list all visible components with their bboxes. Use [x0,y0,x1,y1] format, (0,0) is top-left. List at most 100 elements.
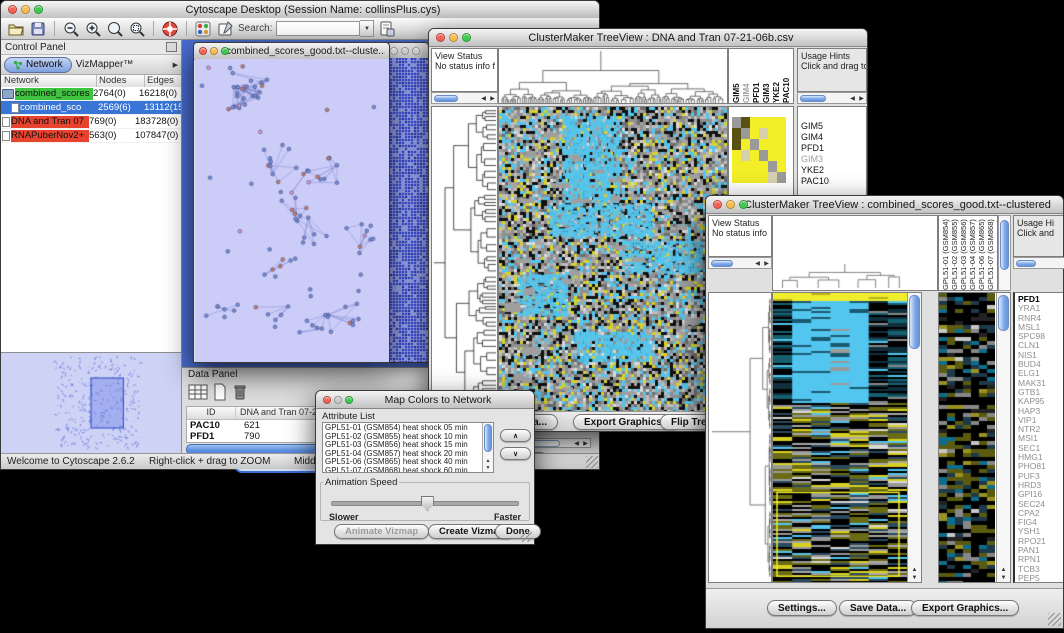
minimize-icon[interactable] [726,200,735,209]
animate-vizmap-button[interactable]: Animate Vizmap [334,524,429,539]
scroll-right-icon[interactable]: ▶ [857,95,866,102]
combined-column-labels[interactable]: GPL51-01 (GSM854)GPL51-02 (GSM855)GPL51-… [938,215,998,291]
combined-heatmap-scrollbar[interactable]: ▲ ▼ [907,293,921,582]
network-row[interactable]: RNAPuberNov2+563(0)107847(0) [1,129,181,143]
minimize-icon[interactable] [449,33,458,42]
gene-label[interactable]: GIM3 [801,154,866,165]
dialog-titlebar[interactable]: Map Colors to Network [316,391,534,409]
scroll-up-icon[interactable]: ▲ [483,458,493,464]
dna-zoom-matrix[interactable] [732,117,786,183]
new-attribute-icon[interactable] [212,383,228,401]
column-label[interactable]: PAC10 [782,51,791,103]
data-hscrollbar-right[interactable]: ◀ ▶ [529,438,591,448]
gene-label[interactable]: PFD1 [801,143,866,154]
network-name[interactable]: RNAPuberNov2+ [11,130,89,142]
scroll-right-icon[interactable]: ▶ [581,440,590,447]
combined-hints-scrollbar[interactable] [1013,257,1064,269]
network-name[interactable]: combined_scores [15,88,93,100]
attribute-list[interactable]: GPL51-01 (GSM854) heat shock 05 minGPL51… [322,422,494,473]
resize-grip[interactable] [586,456,598,468]
scroll-down-icon[interactable]: ▼ [908,575,921,581]
minimize-icon[interactable] [210,47,218,55]
dna-column-dendrogram[interactable] [498,48,728,104]
open-file-icon[interactable] [7,20,25,38]
zoom-window-icon[interactable] [462,33,471,42]
resize-grip[interactable] [521,531,532,542]
scroll-right-icon[interactable]: ▶ [488,95,497,102]
zoom-in-icon[interactable] [84,20,102,38]
network-row[interactable]: combined_scores2764(0)16218(0) [1,87,181,101]
attribute-list-scrollbar[interactable]: ▲ ▼ [482,423,493,472]
scroll-left-icon[interactable]: ◀ [753,260,762,267]
zoom-fit-icon[interactable] [106,20,124,38]
combined-column-dendrogram[interactable] [772,215,938,291]
export-graphics-button[interactable]: Export Graphics... [911,600,1019,616]
window-controls[interactable] [8,5,43,14]
attribute-select-icon[interactable] [188,383,208,401]
zoom-selected-icon[interactable] [128,20,146,38]
close-icon[interactable] [323,396,331,404]
vizmapper-icon[interactable] [194,20,212,38]
close-icon[interactable] [8,5,17,14]
close-icon[interactable] [713,200,722,209]
scroll-left-icon[interactable]: ◀ [479,95,488,102]
ontology-index-icon[interactable] [378,20,396,38]
scroll-left-icon[interactable]: ◀ [572,440,581,447]
gene-label[interactable]: GIM5 [801,121,866,132]
column-label[interactable]: GPL51-03 (GSM856) [960,218,968,290]
network-view-canvas[interactable] [195,59,389,362]
zoom-window-icon[interactable] [221,47,229,55]
minimize-icon[interactable] [21,5,30,14]
delete-attribute-icon[interactable] [232,383,248,401]
minimize-icon[interactable] [334,396,342,404]
dna-row-dendrogram[interactable] [431,106,498,412]
gene-label[interactable]: YKE2 [801,165,866,176]
zoom-window-icon[interactable] [739,200,748,209]
search-dropdown-icon[interactable]: ▼ [360,20,374,37]
network-name[interactable]: DNA and Tran 07 [11,116,89,128]
combined-zoom-view[interactable]: ▲ ▼ [938,292,1011,583]
close-icon[interactable] [199,47,207,55]
combined-status-scrollbar[interactable]: ◀ ▶ [708,257,772,269]
combined-gene-labels[interactable]: PFD1YRA1RNR4MSL1SPC98CLN1NIS1BUD4ELG1MAK… [1013,292,1063,583]
main-titlebar[interactable]: Cytoscape Desktop (Session Name: collins… [1,1,599,19]
zoom-out-icon[interactable] [62,20,80,38]
network-view-titlebar[interactable]: combined_scores_good.txt--cluste... [194,43,389,60]
tab-vizmapper[interactable]: VizMapper™ [76,59,134,70]
gene-label[interactable]: GIM4 [801,132,866,143]
close-icon[interactable] [390,47,398,55]
column-label[interactable]: GPL51-07 (GSM868) [987,218,995,290]
scroll-down-icon[interactable]: ▼ [997,575,1010,581]
rna-network-canvas[interactable] [387,58,429,362]
network-row[interactable]: DNA and Tran 07769(0)183728(0) [1,115,181,129]
combined-zoom-scrollbar[interactable]: ▲ ▼ [996,293,1010,582]
treeview-combined-titlebar[interactable]: ClusterMaker TreeView : combined_scores_… [706,196,1063,214]
network-name[interactable]: combined_sco [20,102,98,114]
done-button[interactable]: Done [495,524,541,539]
zoom-window-icon[interactable] [345,396,353,404]
annotation-icon[interactable] [216,20,234,38]
column-label[interactable]: YKE2 [772,51,781,103]
birdseye-view[interactable] [1,352,181,453]
float-panel-icon[interactable] [166,42,177,52]
dna-column-labels[interactable]: GIM5GIM4PFD1GIM3YKE2PAC10 [728,48,794,104]
birdseye-canvas[interactable] [1,353,181,453]
gene-label[interactable]: PAC10 [801,176,866,187]
scroll-up-icon[interactable]: ▲ [997,567,1010,573]
move-down-button[interactable]: ∨ [500,447,531,460]
combined-row-dendrogram[interactable] [708,292,772,583]
column-label[interactable]: PFD1 [752,51,761,103]
network-row[interactable]: combined_sco2569(6)13112(15) [1,101,181,115]
column-label[interactable]: GPL51-02 (GSM855) [951,218,959,290]
tab-overflow-icon[interactable]: ▶ [173,61,178,69]
column-label[interactable]: GPL51-01 (GSM854) [942,218,950,290]
data-col-id[interactable]: ID [187,407,236,419]
close-icon[interactable] [436,33,445,42]
column-label[interactable]: GPL51-06 (GSM865) [978,218,986,290]
combined-collabel-scrollbar[interactable] [998,215,1011,291]
combined-heatmap[interactable]: ▲ ▼ [772,292,922,583]
column-label[interactable]: GIM3 [762,51,771,103]
scroll-down-icon[interactable]: ▼ [483,465,493,471]
treeview-dna-titlebar[interactable]: ClusterMaker TreeView : DNA and Tran 07-… [429,29,867,47]
resize-grip[interactable] [1048,613,1061,626]
